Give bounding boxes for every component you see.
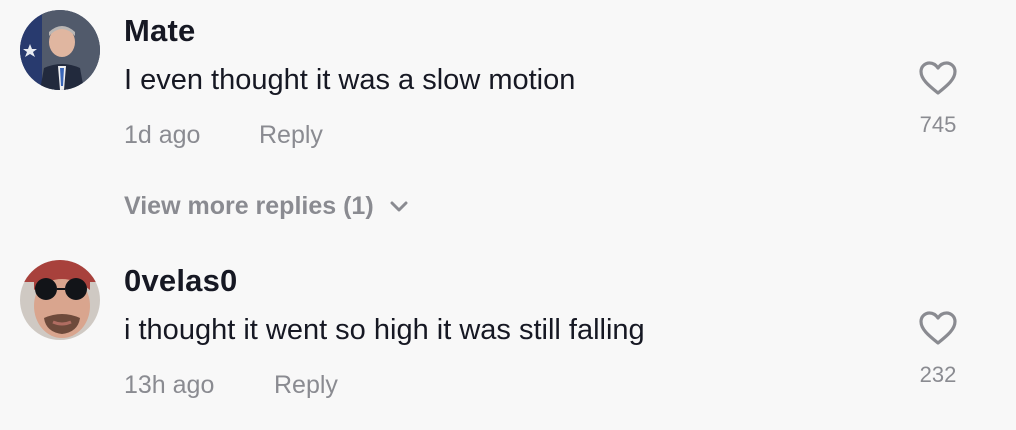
reply-button[interactable]: Reply xyxy=(259,121,323,150)
comment-time: 1d ago xyxy=(124,121,201,149)
comment-time: 13h ago xyxy=(124,371,215,399)
view-more-replies-button[interactable]: View more replies (1) xyxy=(124,192,408,221)
comment-text: I even thought it was a slow motion xyxy=(124,64,576,96)
avatar[interactable] xyxy=(20,10,100,90)
comment-item: 0velas0 i thought it went so high it was… xyxy=(0,250,1016,430)
comment-item: Mate I even thought it was a slow motion… xyxy=(0,0,1016,180)
avatar-man-with-flag-icon xyxy=(20,10,100,90)
heart-outline-icon xyxy=(919,61,957,95)
avatar[interactable] xyxy=(20,260,100,340)
like-count: 232 xyxy=(919,362,957,387)
like-button[interactable] xyxy=(918,60,958,96)
heart-outline-icon xyxy=(919,311,957,345)
like-button[interactable] xyxy=(918,310,958,346)
comment-text: i thought it went so high it was still f… xyxy=(124,314,645,346)
chevron-down-icon xyxy=(390,201,408,213)
reply-button[interactable]: Reply xyxy=(274,371,338,400)
username[interactable]: Mate xyxy=(124,13,195,49)
like-count: 745 xyxy=(919,112,957,137)
avatar-man-with-sunglasses-icon xyxy=(20,260,100,340)
username[interactable]: 0velas0 xyxy=(124,263,237,299)
view-more-replies-label: View more replies (1) xyxy=(124,192,374,220)
